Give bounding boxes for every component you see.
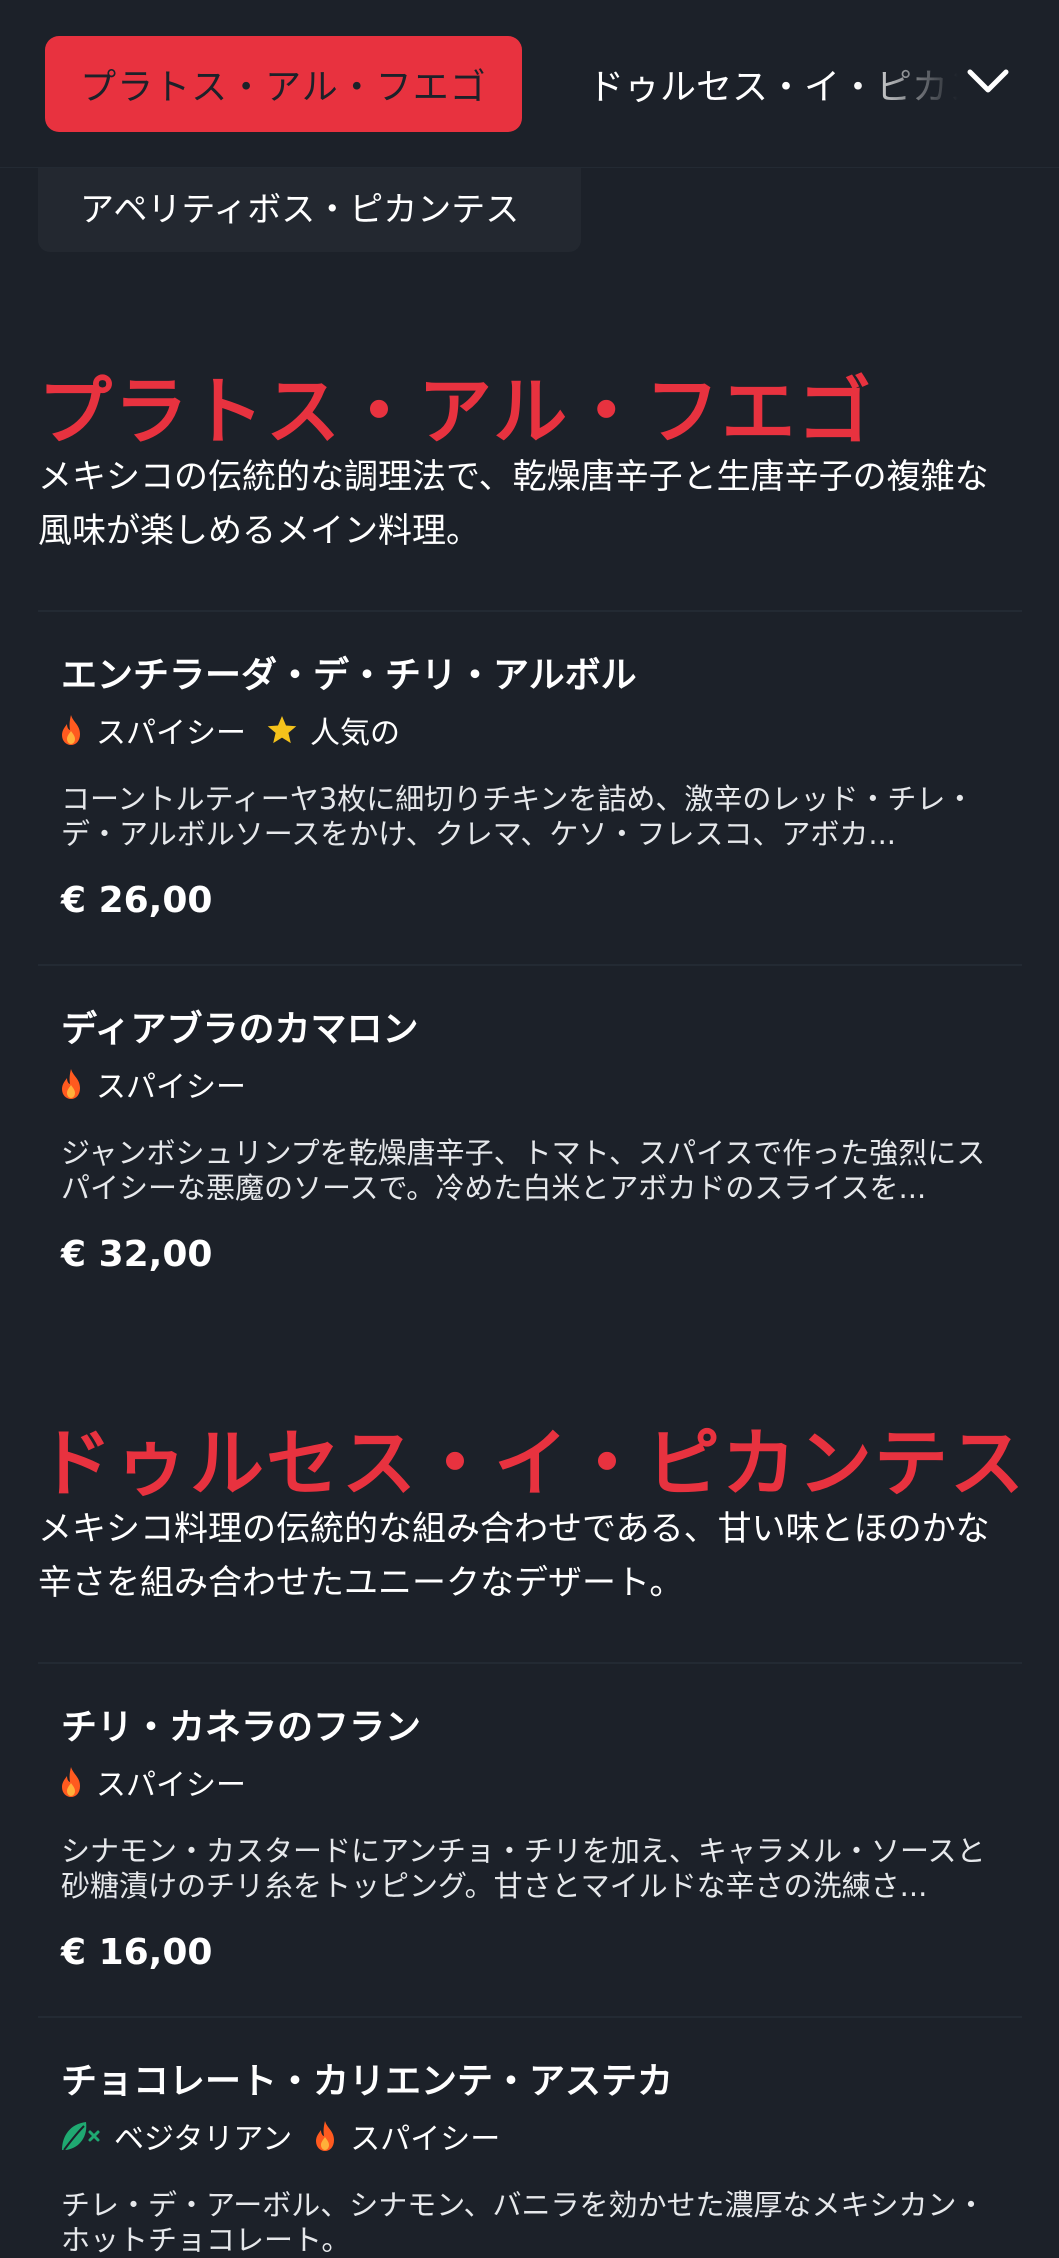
tab-dulces-y-picantes[interactable]: ドゥルセス・イ・ピカンテス [588, 36, 958, 132]
divider [38, 2016, 1022, 2018]
menu-item-name[interactable]: チョコレート・カリエンテ・アステカ [61, 2052, 673, 2104]
section-description: メキシコ料理の伝統的な組み合わせである、甘い味とほのかな辛さを組み合わせたユニー… [38, 1509, 990, 1603]
menu-item-description: コーントルティーヤ3枚に細切りチキンを詰め、激辛のレッド・チレ・デ・アルボルソー… [61, 782, 975, 851]
menu-item-tags: スパイシー [58, 1062, 266, 1106]
tag-spicy: スパイシー [58, 1760, 246, 1804]
leaf-icon [62, 2122, 100, 2151]
divider [38, 964, 1022, 966]
divider [38, 1662, 1022, 1664]
menu-item-price: € 26,00 [61, 880, 213, 921]
menu-item-price: € 16,00 [61, 1932, 213, 1973]
flame-icon [316, 2121, 335, 2151]
tab-platos-al-fuego[interactable]: プラトス・アル・フエゴ [45, 36, 522, 132]
tag-vegetarian: ベジタリアン [58, 2114, 292, 2158]
section-title: プラトス・アル・フエゴ [38, 369, 874, 455]
menu-item-tags: スパイシー [58, 1760, 266, 1804]
star-icon [267, 716, 297, 744]
menu-item-description: チレ・デ・アーボル、シナモン、バニラを効かせた濃厚なメキシカン・ホットチョコレー… [61, 2188, 986, 2257]
tag-spicy: スパイシー [312, 2114, 500, 2158]
category-nav: プラトス・アル・フエゴ ドゥルセス・イ・ピカンテス [0, 0, 1059, 168]
menu-item-name[interactable]: チリ・カネラのフラン [61, 1698, 421, 1750]
menu-item-description: ジャンボシュリンプを乾燥唐辛子、トマト、スパイスで作った強烈にスパイシーな悪魔の… [61, 1136, 986, 1205]
menu-item-name[interactable]: エンチラーダ・デ・チリ・アルボル [61, 646, 637, 698]
menu-item-tags: ベジタリアン スパイシー [58, 2114, 520, 2158]
menu-item-description: シナモン・カスタードにアンチョ・チリを加え、キャラメル・ソースと砂糖漬けのチリ糸… [61, 1834, 986, 1903]
chevron-down-icon[interactable] [958, 52, 1018, 112]
flame-icon [62, 1767, 80, 1797]
category-chip-aperitivos[interactable]: アペリティボス・ピカンテス [38, 160, 581, 252]
menu-item-name[interactable]: ディアブラのカマロン [61, 1000, 418, 1052]
divider [38, 610, 1022, 612]
flame-icon [62, 1069, 80, 1099]
flame-icon [62, 715, 80, 745]
tag-popular: 人気の [266, 708, 400, 752]
tag-spicy: スパイシー [58, 708, 246, 752]
section-title: ドゥルセス・イ・ピカンテス [38, 1421, 1026, 1507]
menu-item-price: € 32,00 [61, 1234, 213, 1275]
section-description: メキシコの伝統的な調理法で、乾燥唐辛子と生唐辛子の複雑な風味が楽しめるメイン料理… [38, 457, 989, 551]
menu-item-tags: スパイシー 人気の [58, 708, 420, 752]
tag-spicy: スパイシー [58, 1062, 246, 1106]
